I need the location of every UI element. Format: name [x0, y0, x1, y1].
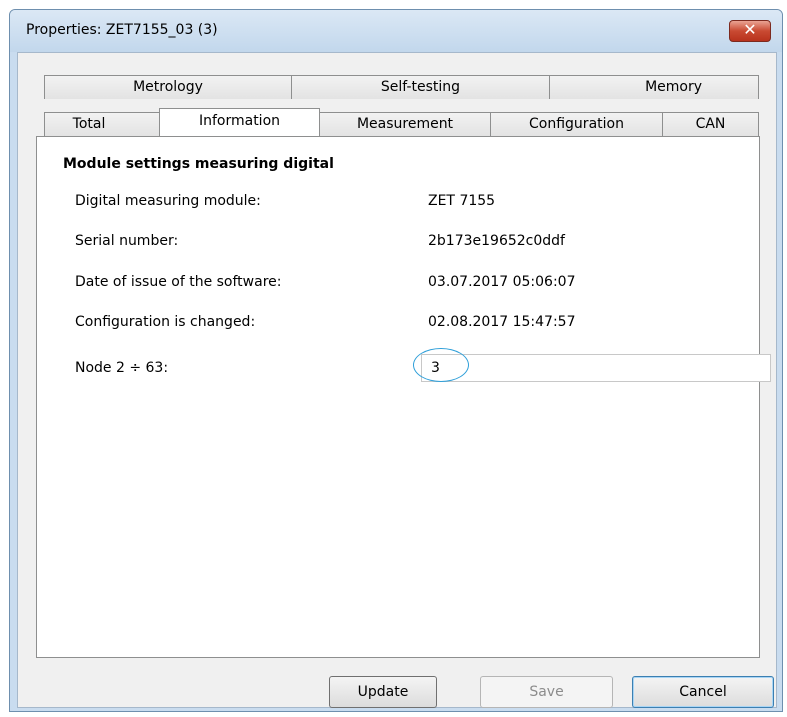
node-input[interactable]: 3 [421, 354, 771, 382]
update-button[interactable]: Update [329, 676, 437, 708]
cancel-button[interactable]: Cancel [632, 676, 774, 708]
tab-total[interactable]: Total [44, 112, 160, 136]
close-icon[interactable]: ✕ [729, 20, 771, 42]
config-changed-value: 02.08.2017 15:47:57 [428, 314, 576, 330]
information-panel: Module settings measuring digital Digita… [36, 136, 771, 658]
software-date-value: 03.07.2017 05:06:07 [428, 274, 576, 290]
module-label: Digital measuring module: [75, 193, 261, 209]
panel-title: Module settings measuring digital [63, 156, 334, 172]
dialog-client-area: Metrology Self-testing Memory Total Info… [17, 52, 777, 708]
tab-label: Information [198, 113, 281, 129]
window-title: Properties: ZET7155_03 (3) [26, 22, 218, 38]
tab-label: Memory [645, 79, 702, 95]
tab-label: Total [72, 116, 106, 132]
tab-label: Self-testing [380, 79, 461, 95]
save-button[interactable]: Save [480, 676, 613, 708]
tab-configuration[interactable]: Configuration [490, 112, 663, 136]
tab-label: Measurement [356, 116, 454, 132]
config-changed-label: Configuration is changed: [75, 314, 256, 330]
software-date-label: Date of issue of the software: [75, 274, 282, 290]
tab-label: Metrology [133, 79, 203, 95]
serial-number-value: 2b173e19652c0ddf [428, 233, 565, 249]
tab-metrology[interactable]: Metrology [44, 75, 292, 99]
tab-measurement[interactable]: Measurement [319, 112, 491, 136]
tab-label: Configuration [529, 116, 624, 132]
tab-label: CAN [695, 116, 726, 132]
module-value: ZET 7155 [428, 193, 496, 209]
title-bar[interactable]: Properties: ZET7155_03 (3) ✕ [10, 10, 782, 52]
tab-information[interactable]: Information [159, 108, 320, 136]
tab-self-testing[interactable]: Self-testing [291, 75, 550, 99]
tab-can[interactable]: CAN [662, 112, 759, 136]
node-label: Node 2 ÷ 63: [75, 360, 169, 376]
properties-window: Properties: ZET7155_03 (3) ✕ Metrology S… [9, 9, 783, 712]
serial-number-label: Serial number: [75, 233, 179, 249]
tab-memory[interactable]: Memory [549, 75, 759, 99]
